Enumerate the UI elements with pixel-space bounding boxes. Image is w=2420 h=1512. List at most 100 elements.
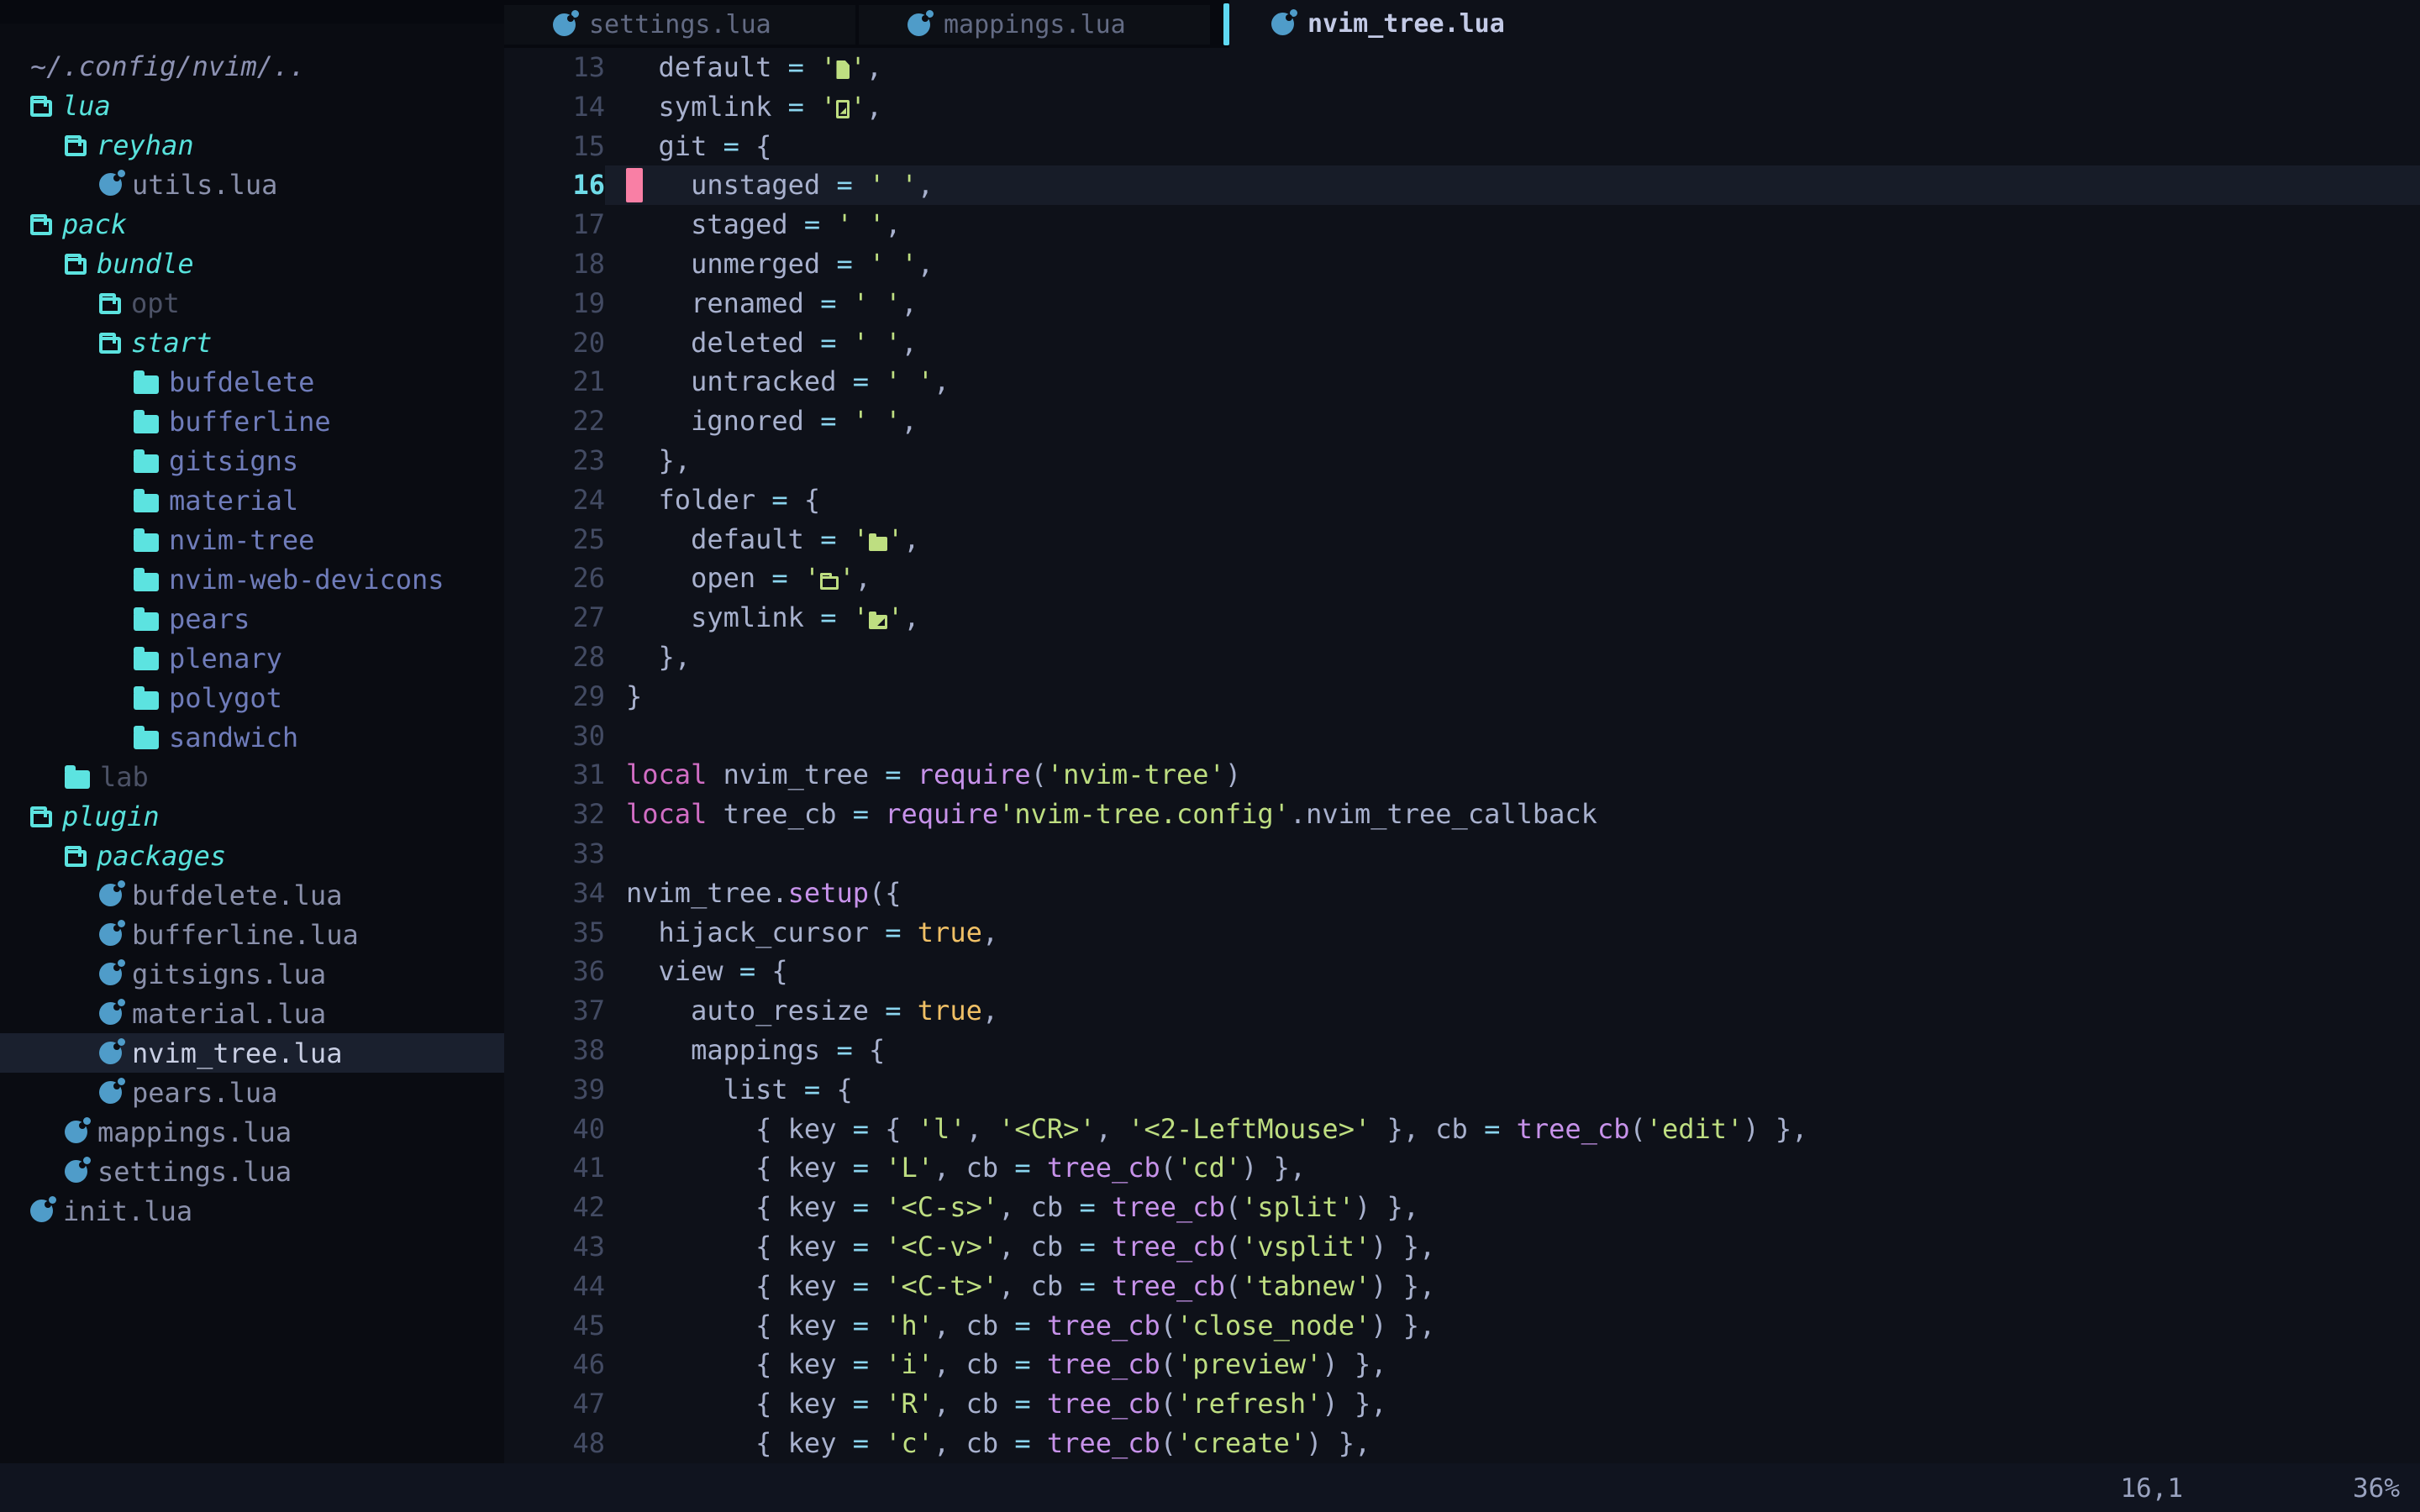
editor-buffer[interactable]: 13 default = '',14 symlink = '',15 git =… xyxy=(504,48,2420,1463)
code-line-21[interactable]: 21 untracked = ' ', xyxy=(504,362,2420,402)
code-line-35[interactable]: 35 hijack_cursor = true, xyxy=(504,913,2420,953)
line-number: 44 xyxy=(504,1267,605,1306)
token: 'tabnew' xyxy=(1241,1270,1370,1302)
code-line-44[interactable]: 44 { key = '<C-t>', cb = tree_cb('tabnew… xyxy=(504,1267,2420,1306)
code-line-28[interactable]: 28 }, xyxy=(504,638,2420,677)
code-line-33[interactable]: 33 xyxy=(504,834,2420,874)
tree-item-plenary[interactable]: plenary xyxy=(0,638,504,678)
statusbar: 16,1 36% xyxy=(0,1463,2420,1512)
token xyxy=(902,759,918,790)
tree-item-bundle[interactable]: bundle xyxy=(0,244,504,283)
tree-item-opt[interactable]: opt xyxy=(0,283,504,323)
code-line-31[interactable]: 31local nvim_tree = require('nvim-tree') xyxy=(504,755,2420,795)
code-line-30[interactable]: 30 xyxy=(504,717,2420,756)
folder-closed-icon xyxy=(134,573,159,591)
token: ' xyxy=(853,601,869,633)
tree-item--.config-nvim-..[interactable]: ~/.config/nvim/.. xyxy=(0,46,504,86)
code-line-29[interactable]: 29} xyxy=(504,677,2420,717)
line-number: 13 xyxy=(504,48,605,87)
code-line-24[interactable]: 24 folder = { xyxy=(504,480,2420,520)
folder-glyph-icon xyxy=(869,537,887,551)
code-line-15[interactable]: 15 git = { xyxy=(504,127,2420,166)
code-line-48[interactable]: 48 { key = 'c', cb = tree_cb('create') }… xyxy=(504,1424,2420,1463)
tree-item-label: lua xyxy=(62,90,111,122)
tree-item-start[interactable]: start xyxy=(0,323,504,362)
tree-item-nvim-web-devicons[interactable]: nvim-web-devicons xyxy=(0,559,504,599)
tree-item-mappings.lua[interactable]: mappings.lua xyxy=(0,1112,504,1152)
code-line-22[interactable]: 22 ignored = ' ', xyxy=(504,402,2420,441)
tab-settings.lua[interactable]: settings.lua xyxy=(504,5,855,45)
code-line-17[interactable]: 17 staged = ' ', xyxy=(504,205,2420,244)
tree-item-label: bufferline xyxy=(169,406,331,438)
code-line-37[interactable]: 37 auto_resize = true, xyxy=(504,991,2420,1031)
tree-item-material[interactable]: material xyxy=(0,480,504,520)
code-line-20[interactable]: 20 deleted = ' ', xyxy=(504,323,2420,363)
code-line-18[interactable]: 18 unmerged = ' ', xyxy=(504,244,2420,284)
tree-item-bufdelete.lua[interactable]: bufdelete.lua xyxy=(0,875,504,915)
code-line-43[interactable]: 43 { key = '<C-v>', cb = tree_cb('vsplit… xyxy=(504,1227,2420,1267)
token: ({ xyxy=(869,877,902,909)
tab-nvim_tree.lua[interactable]: nvim_tree.lua xyxy=(1229,0,2420,48)
tree-item-nvim-tree[interactable]: nvim-tree xyxy=(0,520,504,559)
token: tree_cb xyxy=(1112,1231,1225,1263)
code-line-46[interactable]: 46 { key = 'i', cb = tree_cb('preview') … xyxy=(504,1345,2420,1384)
code-line-42[interactable]: 42 { key = '<C-s>', cb = tree_cb('split'… xyxy=(504,1188,2420,1227)
token: , cb xyxy=(934,1348,1014,1380)
tree-item-init.lua[interactable]: init.lua xyxy=(0,1191,504,1231)
tree-item-settings.lua[interactable]: settings.lua xyxy=(0,1152,504,1191)
tree-item-pack[interactable]: pack xyxy=(0,204,504,244)
code-text: }, xyxy=(605,638,2420,677)
code-line-36[interactable]: 36 view = { xyxy=(504,952,2420,991)
tree-item-gitsigns.lua[interactable]: gitsigns.lua xyxy=(0,954,504,994)
tree-item-polygot[interactable]: polygot xyxy=(0,678,504,717)
code-line-19[interactable]: 19 renamed = ' ', xyxy=(504,284,2420,323)
token: default xyxy=(626,51,788,83)
tree-item-label: bufdelete.lua xyxy=(132,879,342,911)
code-line-27[interactable]: 27 symlink = '', xyxy=(504,598,2420,638)
token: list xyxy=(626,1074,804,1105)
tree-item-bufferline.lua[interactable]: bufferline.lua xyxy=(0,915,504,954)
code-text: { key = { 'l', '<CR>', '<2-LeftMouse>' }… xyxy=(605,1110,2420,1149)
tree-item-lua[interactable]: lua xyxy=(0,86,504,125)
tree-item-bufferline[interactable]: bufferline xyxy=(0,402,504,441)
tree-item-gitsigns[interactable]: gitsigns xyxy=(0,441,504,480)
tree-item-utils.lua[interactable]: utils.lua xyxy=(0,165,504,204)
folder-closed-icon xyxy=(65,770,90,789)
tree-item-pears.lua[interactable]: pears.lua xyxy=(0,1073,504,1112)
code-line-41[interactable]: 41 { key = 'L', cb = tree_cb('cd') }, xyxy=(504,1148,2420,1188)
code-line-23[interactable]: 23 }, xyxy=(504,441,2420,480)
line-number: 36 xyxy=(504,952,605,991)
tree-item-label: bufferline.lua xyxy=(132,919,359,951)
tree-item-packages[interactable]: packages xyxy=(0,836,504,875)
tree-item-plugin[interactable]: plugin xyxy=(0,796,504,836)
code-line-25[interactable]: 25 default = '', xyxy=(504,520,2420,559)
line-number: 24 xyxy=(504,480,605,520)
token: unmerged xyxy=(626,248,836,280)
line-number: 18 xyxy=(504,244,605,284)
tree-item-label: settings.lua xyxy=(97,1156,292,1188)
code-line-13[interactable]: 13 default = '', xyxy=(504,48,2420,87)
tab-mappings.lua[interactable]: mappings.lua xyxy=(859,5,1210,45)
code-line-32[interactable]: 32local tree_cb = require'nvim-tree.conf… xyxy=(504,795,2420,834)
token: , xyxy=(885,208,901,240)
token: , xyxy=(902,327,918,359)
tree-item-sandwich[interactable]: sandwich xyxy=(0,717,504,757)
code-line-47[interactable]: 47 { key = 'R', cb = tree_cb('refresh') … xyxy=(504,1384,2420,1424)
tree-item-lab[interactable]: lab xyxy=(0,757,504,796)
tree-item-material.lua[interactable]: material.lua xyxy=(0,994,504,1033)
tree-item-bufdelete[interactable]: bufdelete xyxy=(0,362,504,402)
tree-item-reyhan[interactable]: reyhan xyxy=(0,125,504,165)
token: 'preview' xyxy=(1176,1348,1322,1380)
tree-item-nvim-tree.lua[interactable]: nvim_tree.lua xyxy=(0,1033,504,1073)
code-line-16[interactable]: 16 unstaged = ' ', xyxy=(504,165,2420,205)
code-line-40[interactable]: 40 { key = { 'l', '<CR>', '<2-LeftMouse>… xyxy=(504,1110,2420,1149)
code-line-38[interactable]: 38 mappings = { xyxy=(504,1031,2420,1070)
code-line-45[interactable]: 45 { key = 'h', cb = tree_cb('close_node… xyxy=(504,1306,2420,1346)
code-line-34[interactable]: 34nvim_tree.setup({ xyxy=(504,874,2420,913)
code-line-26[interactable]: 26 open = '', xyxy=(504,559,2420,598)
code-line-14[interactable]: 14 symlink = '', xyxy=(504,87,2420,127)
code-line-39[interactable]: 39 list = { xyxy=(504,1070,2420,1110)
tree-item-pears[interactable]: pears xyxy=(0,599,504,638)
token: ( xyxy=(1160,1427,1176,1459)
token: = xyxy=(885,995,901,1026)
